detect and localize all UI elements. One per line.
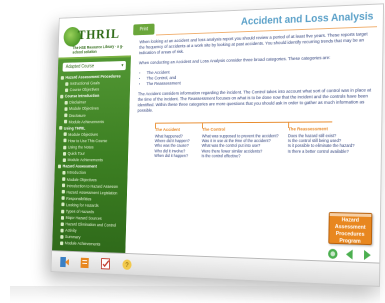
bullet-icon (64, 100, 68, 105)
bullet-icon (61, 202, 65, 207)
bullet-icon (57, 164, 62, 169)
help-icon: ? (121, 258, 132, 270)
tree-question: Is it possible to eliminate the hazard? (287, 143, 355, 149)
main-content: Print Accident and Loss Analysis When lo… (125, 4, 384, 264)
course-nav: Hazard Assessment Procedures Instructiona… (52, 73, 130, 249)
bullet-icon (61, 190, 65, 194)
bullet-icon (63, 139, 67, 143)
screen: THRIL The HSE Resource Library · a g-sch… (50, 3, 385, 287)
notes-icon (79, 257, 91, 268)
page-title: Accident and Loss Analysis (240, 10, 374, 28)
next-button[interactable] (360, 249, 374, 262)
app-window: THRIL The HSE Resource Library · a g-sch… (0, 0, 385, 303)
checklist-button[interactable] (99, 256, 112, 271)
tree-column-control: The Control What was supposed to prevent… (201, 122, 279, 159)
logo-name: THRIL (77, 26, 120, 43)
bullet-icon (61, 196, 65, 201)
bullet-icon (63, 145, 67, 150)
explanation-paragraph: The Accident considers information regar… (137, 88, 372, 114)
tree-question: Is there a better control available? (287, 148, 349, 154)
bullet-icon (60, 241, 64, 246)
bullet-icon (61, 183, 66, 188)
bullet-icon (65, 81, 69, 86)
bullet-icon (62, 170, 66, 175)
bullet-icon (60, 94, 64, 99)
bullet-icon (59, 126, 63, 130)
bullet-icon (64, 107, 68, 111)
arrow-left-icon (345, 249, 353, 260)
svg-text:?: ? (125, 261, 129, 268)
page-navigation (326, 248, 374, 262)
bullet-icon (60, 234, 64, 239)
sidebar-item[interactable]: Module Achievements (55, 240, 122, 249)
previous-button[interactable] (343, 248, 356, 260)
tree-branch (202, 122, 204, 129)
tree-column-reassessment: The Reassessment Does the hazard still e… (287, 121, 355, 154)
sidebar-item-label: Module Achievements (64, 241, 101, 247)
categories-paragraph: When conducting an Accident and Loss Ana… (138, 56, 331, 67)
badge-line: Program (339, 238, 361, 245)
bullet-icon (62, 151, 67, 156)
bullet-icon (60, 75, 64, 80)
program-badge: Hazard Assessment Procedures Program (328, 212, 373, 246)
course-select-value: Adapted Course (65, 63, 95, 70)
bullet-icon (64, 88, 69, 92)
bullet-icon (61, 209, 65, 213)
exit-button[interactable] (58, 254, 71, 269)
category-list: The Accident The Control, and The Reasse… (138, 66, 373, 88)
bullet-icon (60, 215, 65, 220)
bullet-icon (63, 119, 68, 124)
tree-question: Is the control effective? (201, 153, 241, 159)
screen-reflection (10, 286, 380, 303)
bullet-icon (62, 158, 66, 162)
tree-column-accident: The Accident What happened? Where did it… (154, 122, 200, 158)
tree-question: What was the control put into use? (201, 143, 261, 149)
help-button[interactable]: ? (120, 257, 134, 272)
checklist-icon (99, 256, 111, 270)
sidebar: THRIL The HSE Resource Library · a g-sch… (52, 15, 133, 254)
arrow-right-icon (363, 249, 371, 261)
record-button[interactable] (326, 248, 339, 260)
intro-paragraph: When looking at an accident and loss ana… (139, 32, 368, 57)
tree-branch (288, 121, 290, 128)
print-tab[interactable]: Print (133, 23, 155, 36)
bullet-icon (63, 132, 67, 137)
category-tree: The Accident What happened? Where did it… (136, 117, 372, 161)
bullet-icon (60, 228, 64, 233)
course-select[interactable]: Adapted Course ▾ (62, 60, 126, 72)
tree-question: When did it happen? (154, 153, 189, 158)
bullet-icon (60, 222, 64, 226)
logo-tagline: The HSE Resource Library · a g-school so… (72, 43, 124, 55)
exit-icon (59, 256, 69, 267)
chevron-down-icon: ▾ (121, 62, 124, 69)
bullet-icon (62, 177, 66, 181)
tree-branch (155, 122, 157, 129)
logo: THRIL The HSE Resource Library · a g-sch… (58, 15, 133, 60)
record-icon (328, 248, 338, 260)
content-body: When looking at an accident and loss ana… (128, 28, 383, 161)
bullet-icon (64, 113, 68, 118)
notes-button[interactable] (78, 255, 91, 270)
